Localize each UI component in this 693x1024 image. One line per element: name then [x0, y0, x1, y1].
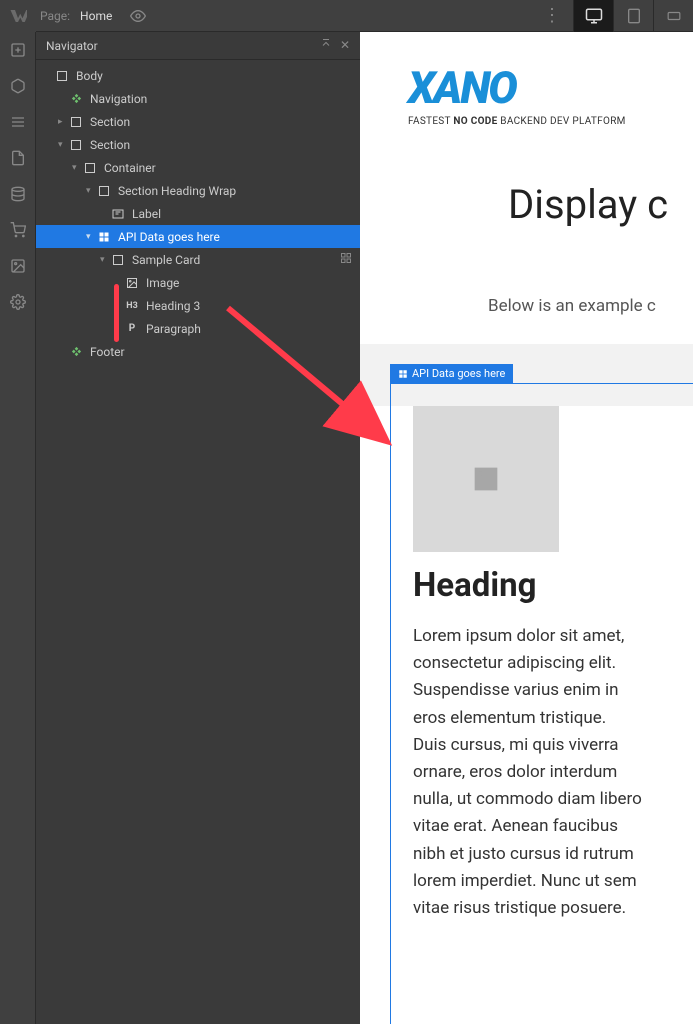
component-icon [68, 346, 84, 357]
close-panel-icon[interactable]: ✕ [340, 38, 350, 53]
image-tree-icon [124, 277, 140, 289]
tree-section-2[interactable]: ▾ Section [36, 133, 360, 156]
image-icon [466, 462, 506, 496]
card-heading[interactable]: Heading [413, 566, 671, 605]
image-placeholder[interactable] [413, 406, 559, 552]
collapse-icon[interactable] [320, 38, 332, 53]
more-icon[interactable]: ⋮ [531, 5, 573, 26]
topbar: Page: Home ⋮ [0, 0, 693, 32]
heading-icon: H3 [124, 301, 140, 311]
tree-section-heading-wrap[interactable]: ▾ Section Heading Wrap [36, 179, 360, 202]
logo-block: XANO FASTEST NO CODE BACKEND DEV PLATFOR… [408, 62, 693, 127]
navigator-panel: Navigator ✕ Body Navigation ▸ Section ▾ … [36, 32, 360, 1024]
preview-icon[interactable] [130, 8, 146, 24]
page-subtitle: Below is an example c [488, 296, 693, 316]
tree-label[interactable]: Label [36, 202, 360, 225]
api-data-container[interactable]: Heading Lorem ipsum dolor sit amet, cons… [390, 383, 693, 1024]
tree-section-1[interactable]: ▸ Section [36, 110, 360, 133]
container-icon [82, 162, 98, 174]
assets-button[interactable] [0, 248, 36, 284]
pages-button[interactable] [0, 68, 36, 104]
page-title: Display c [508, 181, 693, 228]
tree-body[interactable]: Body [36, 64, 360, 87]
annotation-highlight [114, 284, 119, 342]
add-element-button[interactable] [0, 32, 36, 68]
tree-api-data[interactable]: ▾ API Data goes here [36, 225, 360, 248]
tree-sample-card[interactable]: ▾ Sample Card [36, 248, 360, 271]
api-label-text: API Data goes here [412, 367, 505, 380]
tree-footer[interactable]: Footer [36, 340, 360, 363]
section-icon [68, 139, 84, 151]
xano-logo: XANO [408, 62, 693, 114]
card-paragraph[interactable]: Lorem ipsum dolor sit amet, consectetur … [413, 623, 643, 922]
paragraph-icon: P [124, 323, 140, 334]
grid-badge-icon [340, 252, 352, 267]
page-name[interactable]: Home [80, 9, 112, 23]
file-button[interactable] [0, 140, 36, 176]
tagline: FASTEST NO CODE BACKEND DEV PLATFORM [408, 116, 693, 127]
section-icon [68, 116, 84, 128]
mobile-landscape-button[interactable] [653, 0, 693, 32]
navigator-title: Navigator [46, 39, 98, 53]
ecommerce-button[interactable] [0, 212, 36, 248]
div-icon [110, 254, 126, 266]
tree-paragraph[interactable]: P Paragraph [36, 317, 360, 340]
tablet-view-button[interactable] [613, 0, 653, 32]
textblock-icon [110, 208, 126, 220]
tree-navigation[interactable]: Navigation [36, 87, 360, 110]
design-canvas[interactable]: XANO FASTEST NO CODE BACKEND DEV PLATFOR… [360, 32, 693, 1024]
webflow-logo-icon[interactable] [0, 0, 36, 32]
div-icon [96, 185, 112, 197]
tree-heading3[interactable]: H3 Heading 3 [36, 294, 360, 317]
tree-image[interactable]: Image [36, 271, 360, 294]
navigator-button[interactable] [0, 104, 36, 140]
navigator-tree: Body Navigation ▸ Section ▾ Section ▾ Co… [36, 60, 360, 363]
desktop-view-button[interactable] [573, 0, 613, 32]
grid-icon [96, 231, 112, 243]
tree-container[interactable]: ▾ Container [36, 156, 360, 179]
component-icon [68, 93, 84, 104]
grid-icon [398, 369, 408, 379]
page-label: Page: [40, 9, 70, 23]
navigator-header: Navigator ✕ [36, 32, 360, 60]
api-data-label[interactable]: API Data goes here [390, 364, 513, 383]
settings-button[interactable] [0, 284, 36, 320]
cms-button[interactable] [0, 176, 36, 212]
body-icon [54, 70, 70, 82]
tool-sidebar [0, 32, 36, 1024]
